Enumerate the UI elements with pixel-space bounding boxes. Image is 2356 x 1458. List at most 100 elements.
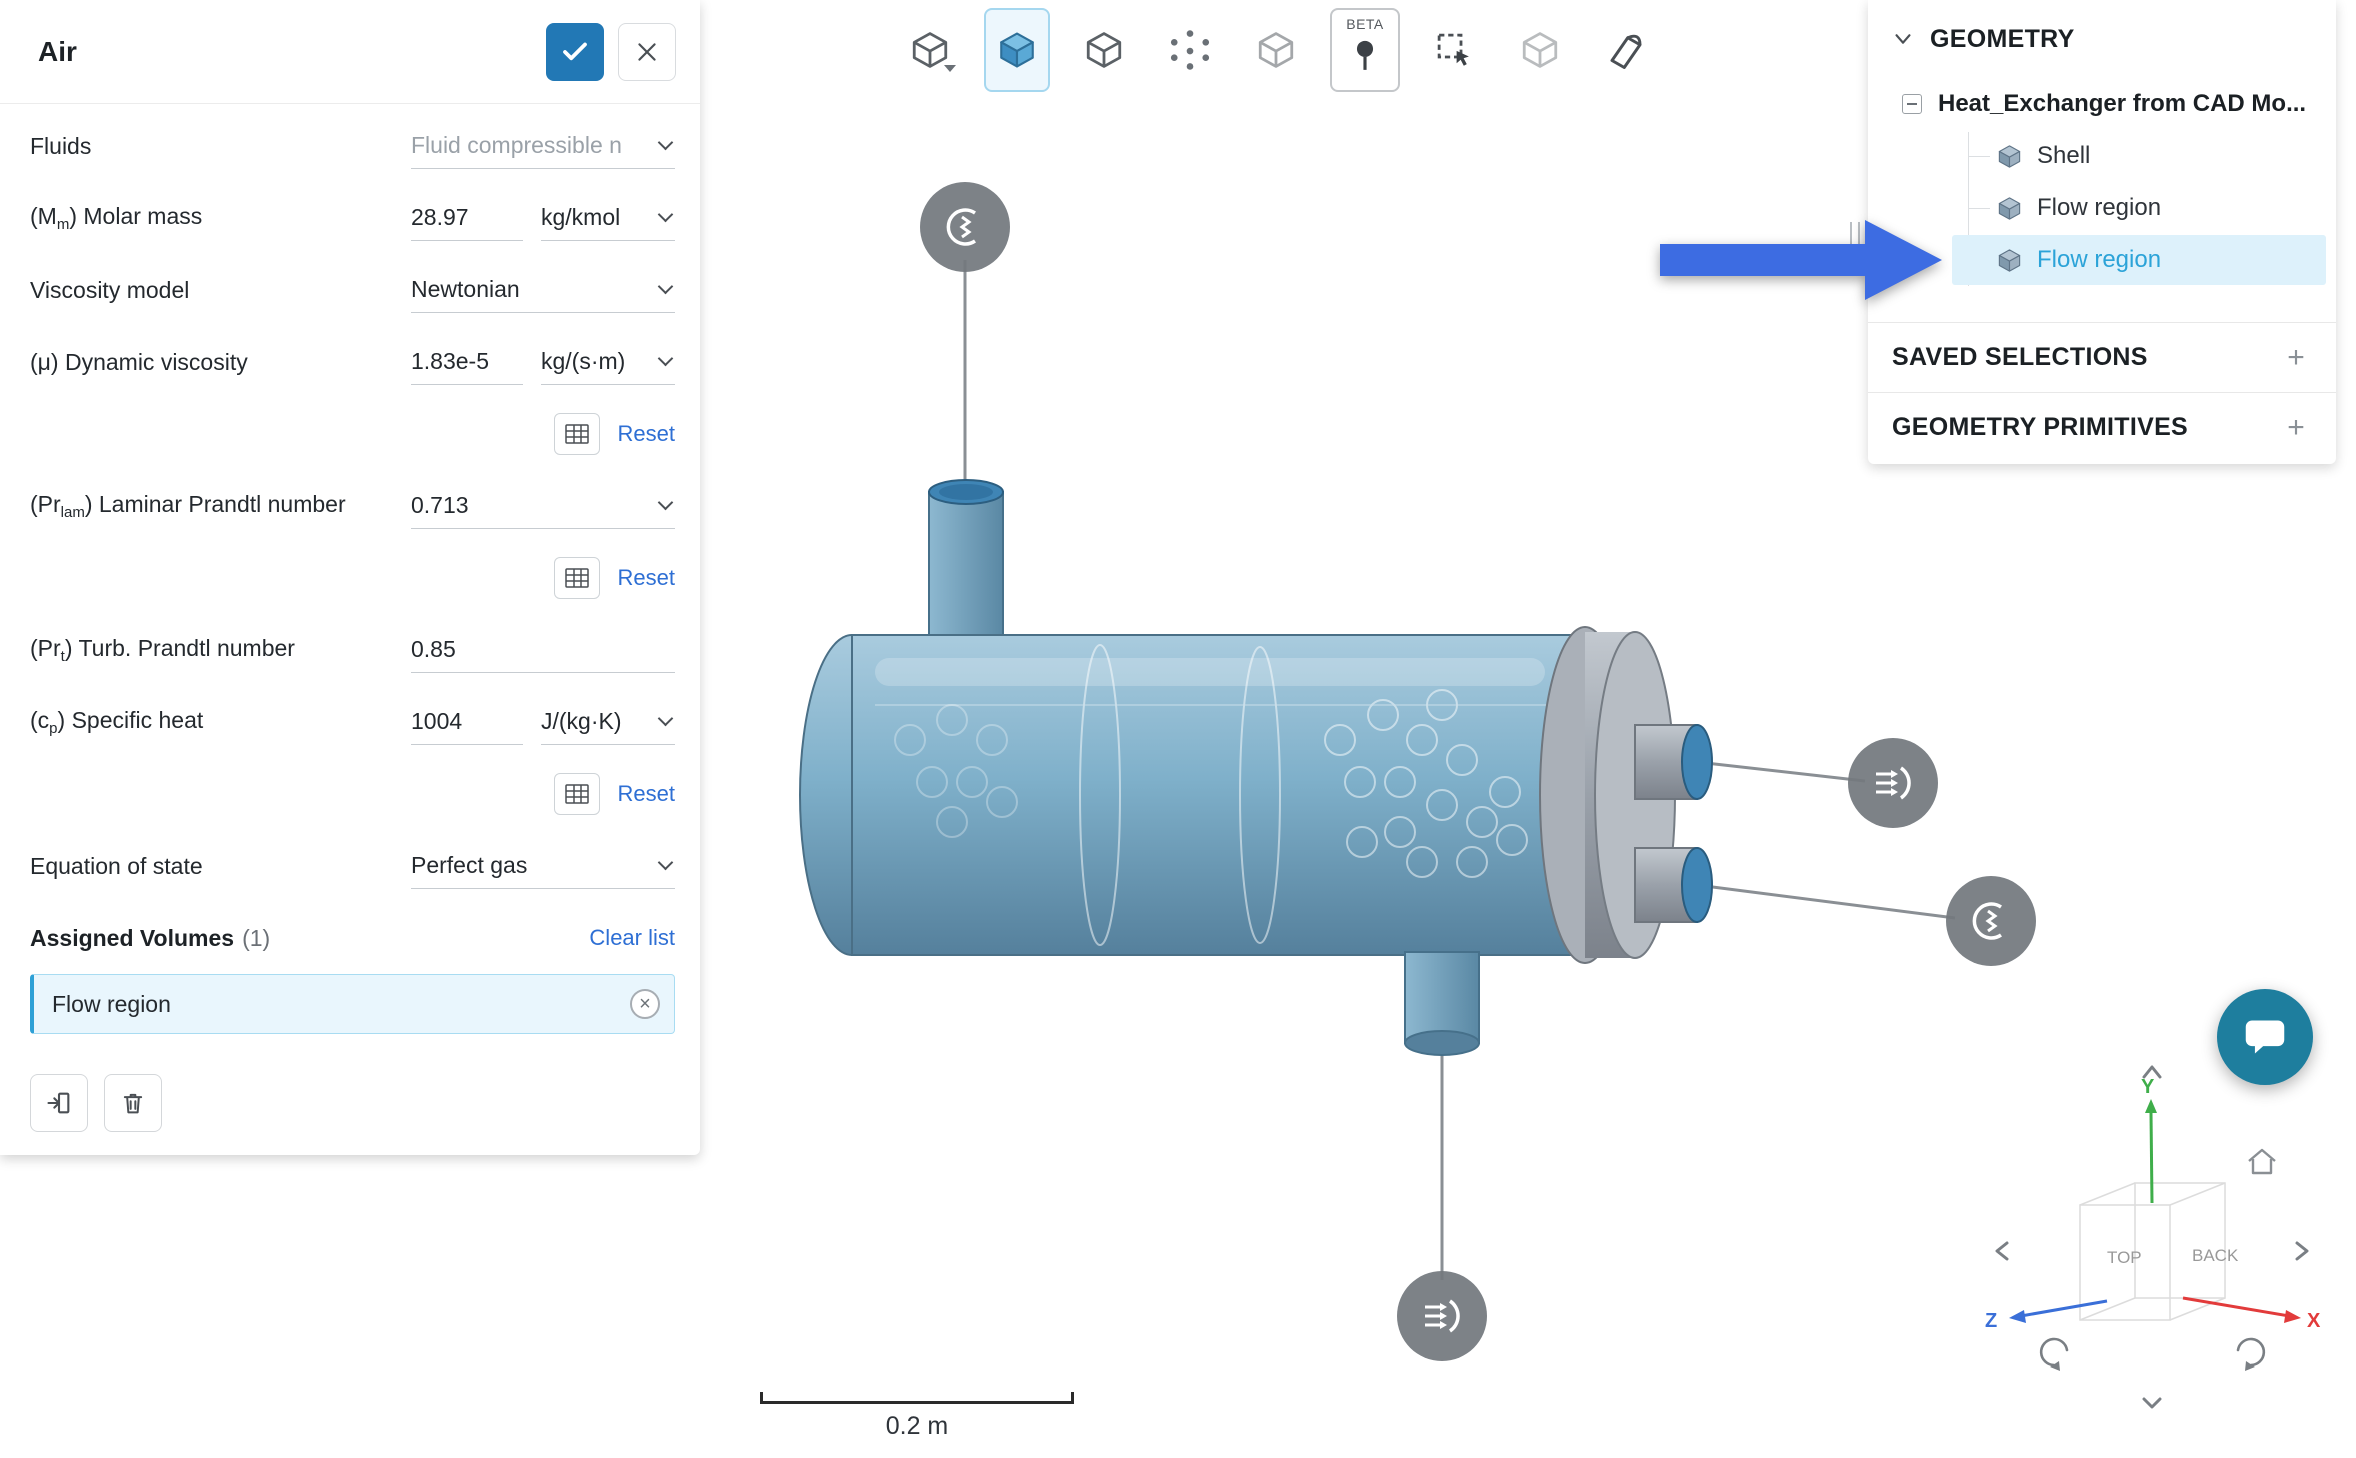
fluids-value: Fluid compressible n bbox=[411, 132, 622, 159]
cube-face-back-label[interactable]: BACK bbox=[2192, 1246, 2239, 1265]
table-input-button[interactable] bbox=[554, 413, 600, 455]
heat-exchanger-shell[interactable] bbox=[800, 635, 1590, 955]
chevron-down-icon bbox=[658, 351, 674, 367]
clear-list-link[interactable]: Clear list bbox=[589, 925, 675, 951]
transparent-cube-icon bbox=[1255, 29, 1297, 71]
scale-bar-line bbox=[760, 1392, 1074, 1404]
chevron-down-icon bbox=[658, 207, 674, 223]
equation-of-state-dropdown[interactable]: Perfect gas bbox=[411, 843, 675, 889]
field-row-dynamic-viscosity: (μ) Dynamic viscosity 1.83e-5 kg/(s·m) bbox=[30, 326, 675, 398]
turb-prandtl-input[interactable]: 0.85 bbox=[411, 627, 675, 673]
measure-button[interactable] bbox=[1594, 8, 1658, 92]
saved-selections-section[interactable]: SAVED SELECTIONS + bbox=[1868, 322, 2336, 392]
view-mode-button[interactable] bbox=[898, 8, 962, 92]
reset-row-viscosity: Reset bbox=[30, 398, 675, 470]
outlet-nozzle-bottom[interactable] bbox=[1405, 952, 1479, 1055]
fluids-label: Fluids bbox=[30, 133, 411, 160]
cube-face-top-label[interactable]: TOP bbox=[2107, 1248, 2142, 1267]
bc-badge-top[interactable] bbox=[920, 182, 1010, 272]
molar-mass-input[interactable]: 28.97 bbox=[411, 195, 523, 241]
specific-heat-label: (cp) Specific heat bbox=[30, 707, 411, 737]
roll-cw-icon[interactable] bbox=[2238, 1339, 2264, 1371]
cancel-button[interactable] bbox=[618, 23, 676, 81]
assigned-volumes-label: Assigned Volumes bbox=[30, 925, 234, 952]
panel-header: Air bbox=[0, 0, 700, 104]
geometry-cube-icon bbox=[1996, 247, 2023, 274]
chevron-down-icon bbox=[944, 65, 956, 72]
collapse-icon[interactable] bbox=[1902, 94, 1922, 114]
rotate-down-chevron[interactable] bbox=[2144, 1399, 2160, 1407]
assigned-volume-name: Flow region bbox=[52, 991, 171, 1018]
geometry-cube-icon bbox=[1996, 143, 2023, 170]
turb-prandtl-label: (Prt) Turb. Prandtl number bbox=[30, 635, 411, 665]
assigned-volume-item[interactable]: Flow region × bbox=[30, 974, 675, 1034]
field-row-specific-heat: (cp) Specific heat 1004 J/(kg·K) bbox=[30, 686, 675, 758]
roll-ccw-icon[interactable] bbox=[2041, 1339, 2067, 1371]
bc-badge-right-lower[interactable] bbox=[1946, 876, 2036, 966]
rotate-left-chevron[interactable] bbox=[1997, 1243, 2007, 1259]
vertices-view-button[interactable] bbox=[1158, 8, 1222, 92]
field-row-viscosity-model: Viscosity model Newtonian bbox=[30, 254, 675, 326]
application-window: Air Fluids Fluid compressible n bbox=[0, 0, 2356, 1458]
table-icon bbox=[565, 424, 589, 444]
bc-badge-right-upper[interactable] bbox=[1848, 738, 1938, 828]
field-row-laminar-prandtl: (Prlam) Laminar Prandtl number 0.713 bbox=[30, 470, 675, 542]
reset-link[interactable]: Reset bbox=[618, 421, 675, 447]
home-view-icon[interactable] bbox=[2249, 1150, 2275, 1173]
add-saved-selection-button[interactable]: + bbox=[2274, 336, 2318, 380]
tube-side-end[interactable] bbox=[1540, 627, 1712, 963]
dynamic-viscosity-unit-dropdown[interactable]: kg/(s·m) bbox=[541, 339, 675, 385]
probe-pin-icon bbox=[1344, 34, 1386, 76]
isolate-cube-icon bbox=[1519, 29, 1561, 71]
assigned-volumes-header: Assigned Volumes (1) Clear list bbox=[30, 902, 675, 974]
fluids-dropdown[interactable]: Fluid compressible n bbox=[411, 123, 675, 169]
dynamic-viscosity-label: (μ) Dynamic viscosity bbox=[30, 349, 411, 376]
tree-item-shell[interactable]: Shell bbox=[1868, 130, 2336, 182]
check-icon bbox=[560, 37, 590, 67]
apply-button[interactable] bbox=[546, 23, 604, 81]
table-input-button[interactable] bbox=[554, 773, 600, 815]
delete-button[interactable] bbox=[104, 1074, 162, 1132]
box-select-icon bbox=[1433, 29, 1475, 71]
import-assignment-button[interactable] bbox=[30, 1074, 88, 1132]
viewport-toolbar: BETA bbox=[898, 8, 1658, 92]
molar-mass-unit-dropdown[interactable]: kg/kmol bbox=[541, 195, 675, 241]
molar-mass-label: (Mm) Molar mass bbox=[30, 203, 411, 233]
geometry-section-header[interactable]: GEOMETRY bbox=[1868, 0, 2336, 78]
panel-title: Air bbox=[38, 36, 546, 68]
orientation-gizmo[interactable]: TOP BACK Y X Z bbox=[1955, 1055, 2350, 1455]
shaded-cube-icon bbox=[996, 29, 1038, 71]
reset-row-laminar-prandtl: Reset bbox=[30, 542, 675, 614]
field-row-molar-mass: (Mm) Molar mass 28.97 kg/kmol bbox=[30, 182, 675, 254]
dynamic-viscosity-input[interactable]: 1.83e-5 bbox=[411, 339, 523, 385]
geometry-primitives-section[interactable]: GEOMETRY PRIMITIVES + bbox=[1868, 392, 2336, 462]
wireframe-view-button[interactable] bbox=[1072, 8, 1136, 92]
bc-badge-bottom[interactable] bbox=[1397, 1271, 1487, 1361]
chevron-down-icon bbox=[1892, 28, 1914, 50]
probe-point-button[interactable]: BETA bbox=[1330, 8, 1400, 92]
trash-icon bbox=[119, 1089, 147, 1117]
table-input-button[interactable] bbox=[554, 557, 600, 599]
field-row-turb-prandtl: (Prt) Turb. Prandtl number 0.85 bbox=[30, 614, 675, 686]
box-select-button[interactable] bbox=[1422, 8, 1486, 92]
transparent-view-button[interactable] bbox=[1244, 8, 1308, 92]
remove-assignment-icon[interactable]: × bbox=[630, 989, 660, 1019]
svg-text:X: X bbox=[2307, 1310, 2321, 1332]
chevron-down-icon bbox=[658, 495, 674, 511]
assigned-volumes-count: (1) bbox=[242, 925, 270, 952]
viscosity-model-dropdown[interactable]: Newtonian bbox=[411, 267, 675, 313]
svg-text:Z: Z bbox=[1985, 1310, 1997, 1332]
specific-heat-unit-dropdown[interactable]: J/(kg·K) bbox=[541, 699, 675, 745]
specific-heat-input[interactable]: 1004 bbox=[411, 699, 523, 745]
isolate-view-button[interactable] bbox=[1508, 8, 1572, 92]
reset-link[interactable]: Reset bbox=[618, 565, 675, 591]
reset-link[interactable]: Reset bbox=[618, 781, 675, 807]
add-geometry-primitive-button[interactable]: + bbox=[2274, 406, 2318, 450]
rotate-right-chevron[interactable] bbox=[2297, 1243, 2307, 1259]
tree-root-row[interactable]: Heat_Exchanger from CAD Mo... bbox=[1868, 78, 2336, 130]
support-chat-button[interactable] bbox=[2217, 989, 2313, 1085]
close-icon bbox=[634, 39, 660, 65]
laminar-prandtl-input[interactable]: 0.713 bbox=[411, 483, 675, 529]
shaded-view-button[interactable] bbox=[984, 8, 1050, 92]
viscosity-model-label: Viscosity model bbox=[30, 277, 411, 304]
